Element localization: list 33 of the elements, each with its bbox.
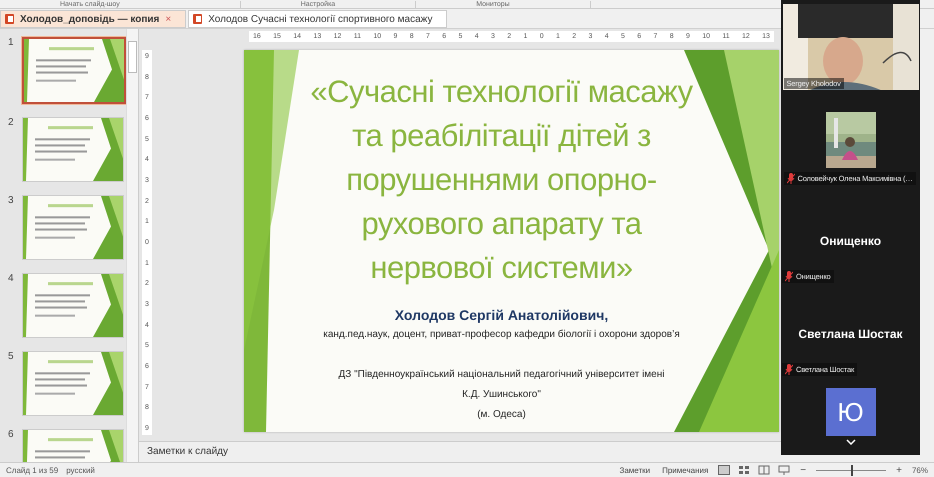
slide-number: 5 (8, 351, 15, 362)
book-icon[interactable] (758, 465, 770, 475)
presentation-icon (193, 14, 202, 24)
slide-thumbnail[interactable] (22, 37, 126, 104)
slide-number: 1 (8, 37, 15, 48)
participant-display-name: Онищенко (820, 234, 882, 248)
comments-button[interactable]: Примечания (660, 466, 710, 474)
zoom-in-button[interactable]: + (894, 464, 904, 476)
institution-name: ДЗ "Південноукраїнський національний педагогічний університет імені К.Д. Ушинського" (338, 368, 664, 402)
slide-number: 4 (8, 273, 15, 284)
slide-counter: Слайд 1 из 59 (6, 466, 58, 474)
notes-button[interactable]: Заметки (618, 466, 652, 474)
document-tab[interactable]: Холодов_доповідь — копия × (0, 10, 186, 28)
scrollbar[interactable] (126, 29, 138, 462)
slideshow-icon[interactable] (778, 465, 790, 475)
grid-view-icon[interactable] (738, 465, 750, 475)
city: (м. Одеса) (477, 408, 526, 422)
slide-number: 2 (8, 117, 15, 128)
document-tab[interactable]: Холодов Сучасні технології спортивного масажу (188, 10, 448, 28)
scrollbar[interactable] (920, 29, 934, 462)
presentation-icon (5, 14, 14, 24)
author-position: канд.пед.наук, доцент, приват-професор кафедри біології і охорони здоров’я (323, 329, 680, 340)
chevron-down-icon[interactable] (846, 439, 856, 445)
participant-avatar: Ю (826, 388, 876, 436)
language[interactable]: русский (66, 466, 95, 474)
author-name: Холодов Сергій Анатолійович, (394, 307, 608, 323)
zoom-level[interactable]: 76% (912, 466, 928, 474)
slide-title: «Сучасні технології масажу та реабілітації дітей з порушеннями опорно- рухового апарату та нервової системи» (310, 73, 693, 287)
slide-number: 3 (8, 195, 15, 206)
normal-view-icon[interactable] (718, 465, 730, 475)
slide-number: 6 (8, 429, 15, 440)
participant-display-name: Светлана Шостак (798, 327, 903, 341)
zoom-out-button[interactable]: − (798, 464, 808, 476)
